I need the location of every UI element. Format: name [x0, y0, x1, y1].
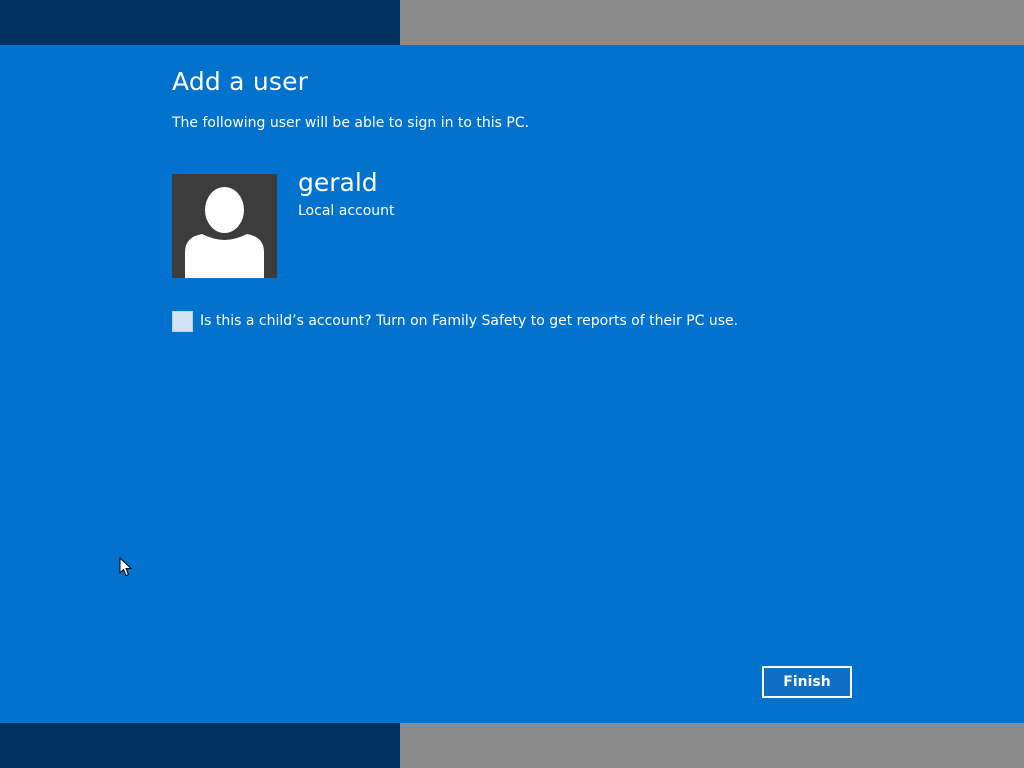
bottom-band-dark [0, 723, 400, 768]
top-band-dark [0, 0, 400, 45]
add-user-dialog: Add a user The following user will be ab… [0, 45, 1024, 723]
top-band-gray [400, 0, 1024, 45]
child-account-label[interactable]: Is this a child’s account? Turn on Famil… [200, 313, 738, 329]
child-account-checkbox[interactable] [172, 310, 193, 332]
user-silhouette-icon [172, 174, 277, 278]
child-account-option[interactable]: Is this a child’s account? Turn on Famil… [172, 310, 738, 332]
page-subtitle: The following user will be able to sign … [172, 115, 530, 131]
user-name: gerald [298, 168, 378, 197]
setup-screen: Add a user The following user will be ab… [0, 0, 1024, 768]
page-title: Add a user [172, 67, 309, 96]
top-band [0, 0, 1024, 45]
bottom-band-gray [400, 723, 1024, 768]
finish-button[interactable]: Finish [762, 666, 852, 698]
mouse-cursor-icon [119, 557, 133, 577]
account-type: Local account [298, 203, 395, 219]
user-avatar [172, 174, 277, 278]
bottom-band [0, 723, 1024, 768]
